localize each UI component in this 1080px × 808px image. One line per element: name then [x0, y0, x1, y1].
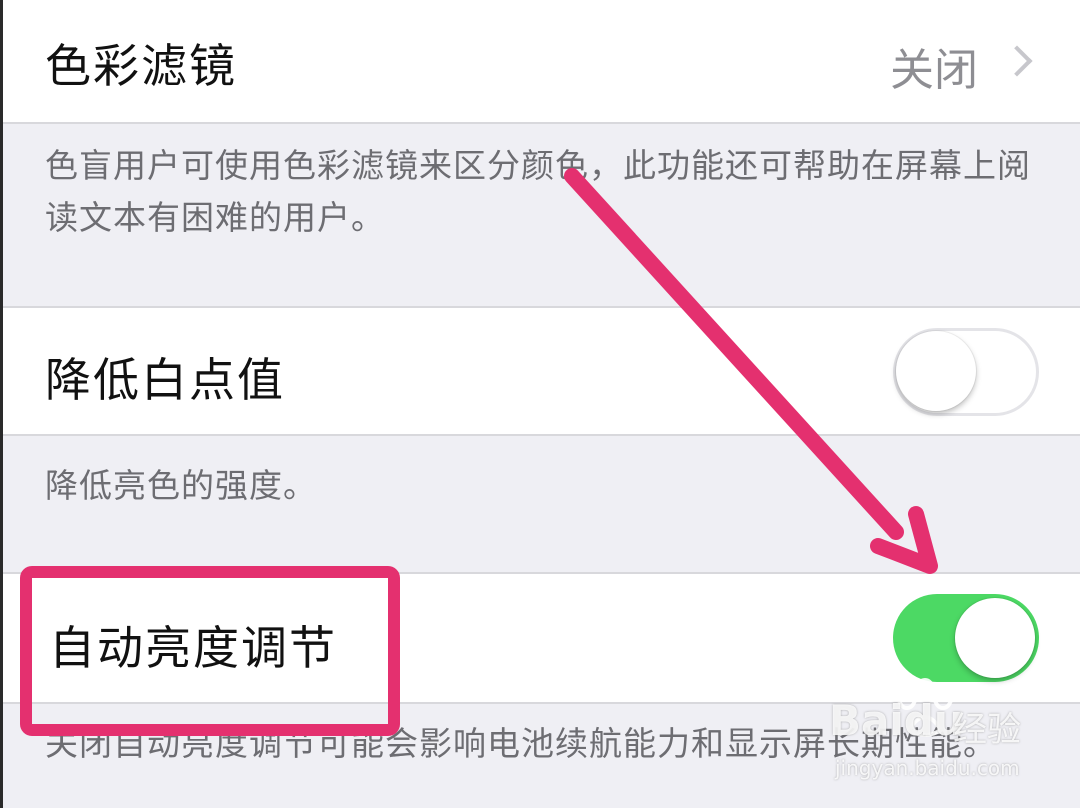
- watermark-url: jingyan.baidu.com: [835, 756, 1020, 780]
- watermark-brand: Baidu: [829, 696, 964, 745]
- watermark: Baidu 经验 jingyan.baidu.com: [825, 678, 1045, 790]
- watermark-service: 经验: [953, 710, 1021, 750]
